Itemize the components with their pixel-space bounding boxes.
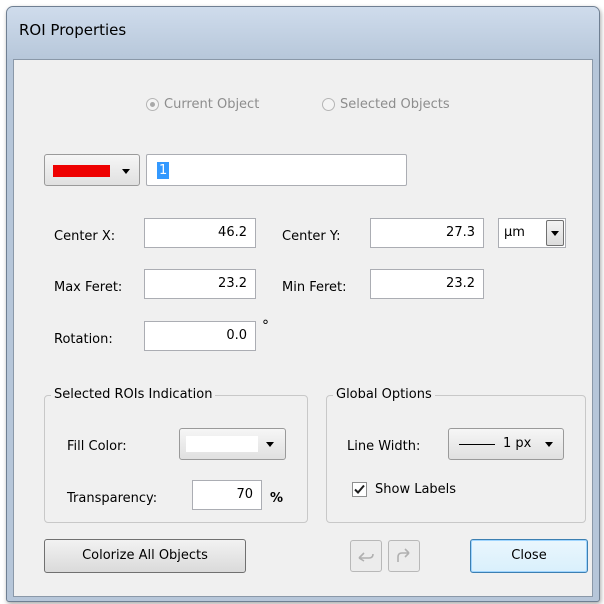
max-feret-label: Max Feret: (54, 280, 123, 295)
percent-unit: % (270, 491, 284, 506)
max-feret-field[interactable]: 23.2 (144, 269, 256, 299)
chevron-down-icon (122, 169, 130, 174)
redo-icon (397, 548, 410, 562)
current-object-radio[interactable]: Current Object (146, 97, 259, 112)
unit-select[interactable]: µm (498, 218, 566, 248)
fill-color-swatch (186, 436, 258, 452)
redo-button[interactable] (388, 540, 420, 572)
close-button[interactable]: Close (470, 539, 588, 573)
center-y-field[interactable]: 27.3 (370, 218, 484, 248)
center-x-field[interactable]: 46.2 (144, 218, 256, 248)
line-width-dropdown[interactable]: 1 px (448, 428, 564, 460)
show-labels-label[interactable]: Show Labels (375, 482, 456, 497)
global-options-title: Global Options (333, 387, 435, 402)
selected-rois-indication-title: Selected ROIs Indication (51, 387, 216, 402)
line-width-label: Line Width: (347, 439, 421, 454)
roi-properties-window: ROI Properties Current Object Selected O… (6, 6, 600, 602)
unit-value: µm (504, 225, 525, 240)
line-width-value: 1 px (503, 436, 532, 451)
chevron-down-icon (545, 442, 553, 447)
radio-indicator (322, 98, 335, 111)
chevron-down-icon (551, 231, 559, 236)
transparency-label: Transparency: (67, 491, 158, 506)
rotation-label: Rotation: (54, 332, 113, 347)
selected-objects-label: Selected Objects (340, 97, 450, 112)
chevron-down-icon (266, 442, 274, 447)
min-feret-field[interactable]: 23.2 (370, 269, 484, 299)
title-bar[interactable]: ROI Properties (7, 7, 599, 59)
object-color-swatch (53, 165, 110, 177)
object-name-value: 1 (157, 162, 170, 179)
checkmark-icon (354, 484, 365, 494)
object-color-dropdown[interactable] (44, 154, 140, 186)
rotation-field[interactable]: 0.0 (144, 321, 256, 351)
undo-button[interactable] (350, 540, 382, 572)
undo-icon (358, 552, 374, 562)
global-options-group: Global Options Line Width: 1 px Show Lab… (326, 387, 586, 523)
min-feret-label: Min Feret: (282, 280, 347, 295)
fill-color-label: Fill Color: (67, 439, 127, 454)
selected-objects-radio[interactable]: Selected Objects (322, 97, 450, 112)
center-y-label: Center Y: (282, 229, 341, 244)
center-x-label: Center X: (54, 229, 116, 244)
line-sample-icon (459, 444, 495, 445)
dialog-body: Current Object Selected Objects 1 Center… (13, 59, 593, 597)
show-labels-checkbox[interactable] (352, 482, 367, 497)
current-object-label: Current Object (164, 97, 260, 112)
object-name-input[interactable]: 1 (146, 154, 407, 186)
fill-color-dropdown[interactable] (179, 428, 286, 460)
transparency-field[interactable]: 70 (192, 480, 262, 510)
window-title: ROI Properties (19, 21, 127, 39)
degree-symbol: ° (262, 318, 269, 334)
unit-dropdown-button[interactable] (546, 220, 564, 246)
selected-rois-indication-group: Selected ROIs Indication Fill Color: Tra… (44, 387, 308, 523)
colorize-all-objects-button[interactable]: Colorize All Objects (44, 539, 246, 573)
radio-indicator (146, 98, 159, 111)
